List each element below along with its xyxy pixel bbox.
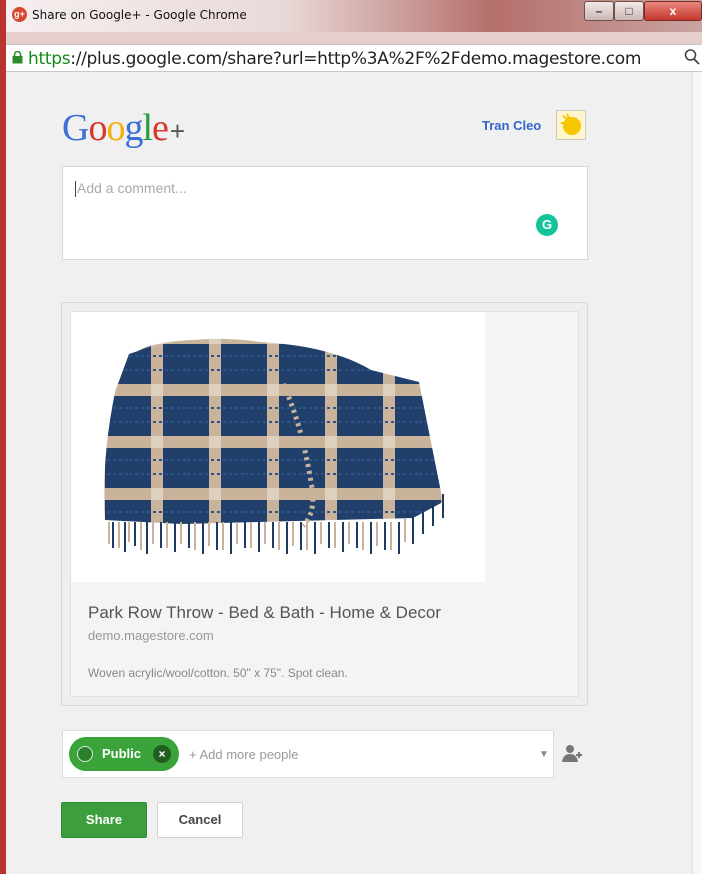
avatar-sun-icon — [557, 111, 585, 139]
logo-letter: l — [142, 107, 153, 149]
close-icon: x — [669, 4, 677, 18]
url-host: ://plus.google.com/share?url=http%3A%2F%… — [70, 49, 642, 69]
audience-selector[interactable]: Public × + Add more people ▼ — [62, 730, 554, 778]
url-text[interactable]: https://plus.google.com/share?url=http%3… — [28, 49, 688, 69]
logo-letter: G — [62, 107, 89, 149]
logo-plus: + — [169, 116, 185, 146]
user-name-link[interactable]: Tran Cleo — [482, 118, 541, 133]
blanket-image — [104, 338, 444, 554]
comment-box[interactable]: Add a comment... G — [62, 166, 588, 260]
logo-letter: o — [106, 107, 125, 149]
scrollbar[interactable] — [692, 72, 702, 874]
avatar[interactable] — [556, 110, 586, 140]
title-bar[interactable]: g+ Share on Google+ - Google Chrome – □ … — [6, 0, 702, 32]
preview-title[interactable]: Park Row Throw - Bed & Bath - Home & Dec… — [88, 603, 441, 623]
text-cursor — [75, 181, 76, 197]
google-plus-logo: Google+ — [62, 107, 185, 151]
add-people-input[interactable]: + Add more people — [189, 747, 299, 762]
maximize-icon: □ — [625, 4, 633, 18]
close-button[interactable]: x — [644, 1, 702, 21]
logo-letter: e — [152, 107, 169, 149]
grammarly-icon[interactable]: G — [536, 214, 558, 236]
address-bar[interactable]: https://plus.google.com/share?url=http%3… — [6, 44, 702, 72]
logo-letter: o — [88, 107, 107, 149]
public-chip[interactable]: Public × — [69, 737, 179, 771]
google-plus-favicon-icon: g+ — [12, 7, 27, 22]
browser-window: g+ Share on Google+ - Google Chrome – □ … — [0, 0, 702, 874]
share-button[interactable]: Share — [61, 802, 147, 838]
cancel-button[interactable]: Cancel — [157, 802, 243, 838]
link-preview-panel: Park Row Throw - Bed & Bath - Home & Dec… — [61, 302, 588, 706]
comment-placeholder: Add a comment... — [77, 180, 187, 196]
window-title: Share on Google+ - Google Chrome — [32, 8, 247, 22]
add-person-icon[interactable] — [562, 744, 584, 764]
minimize-icon: – — [595, 4, 603, 18]
maximize-button[interactable]: □ — [614, 1, 644, 21]
logo-letter: g — [124, 107, 143, 149]
url-scheme: https — [28, 49, 71, 69]
globe-icon — [77, 746, 93, 762]
zoom-icon[interactable] — [684, 48, 700, 66]
share-dialog: Google+ Tran Cleo Add a comment... G Par… — [6, 72, 702, 874]
preview-image — [71, 312, 485, 582]
public-chip-label: Public — [102, 746, 142, 761]
lock-icon — [12, 51, 23, 64]
preview-domain: demo.magestore.com — [88, 628, 214, 643]
remove-chip-icon[interactable]: × — [153, 745, 171, 763]
dropdown-arrow-icon[interactable]: ▼ — [539, 749, 549, 760]
minimize-button[interactable]: – — [584, 1, 614, 21]
link-preview-card[interactable]: Park Row Throw - Bed & Bath - Home & Dec… — [70, 311, 579, 697]
preview-description: Woven acrylic/wool/cotton. 50" x 75". Sp… — [88, 666, 348, 680]
